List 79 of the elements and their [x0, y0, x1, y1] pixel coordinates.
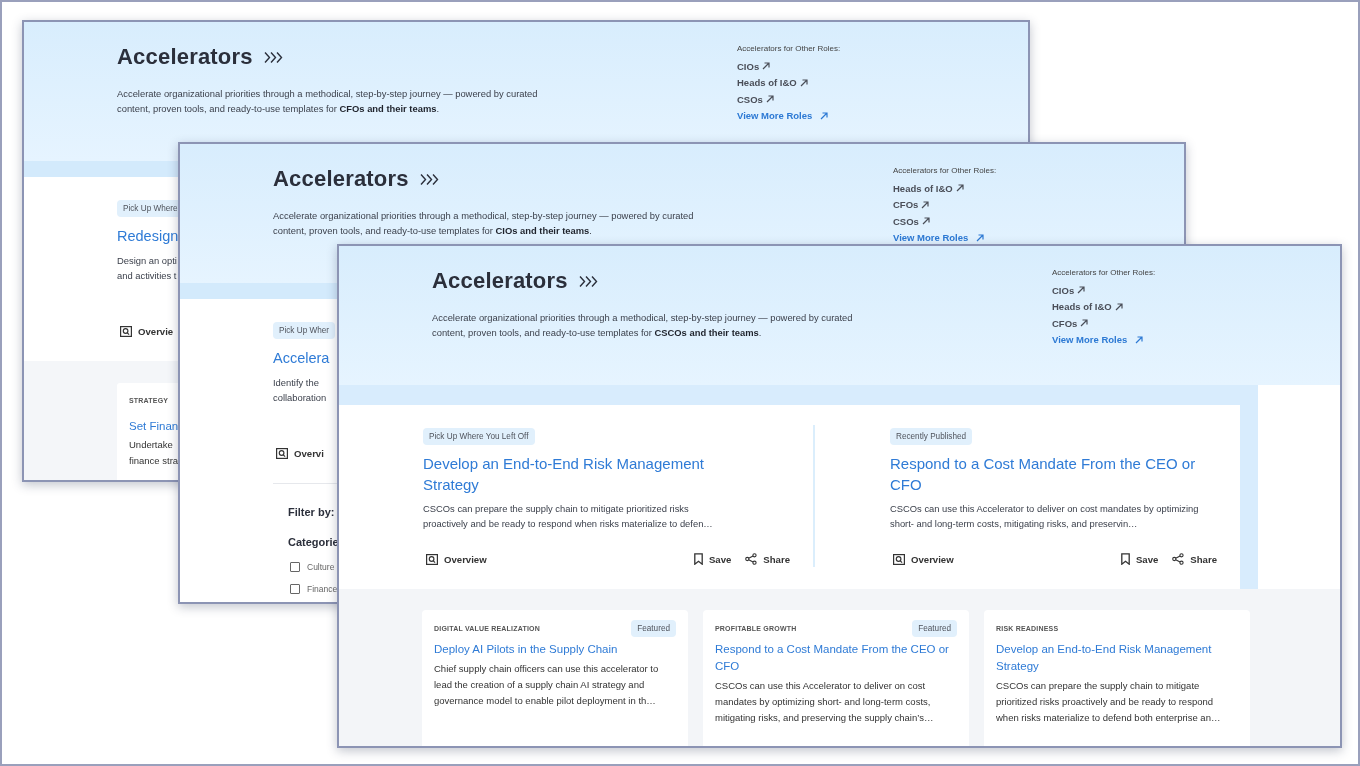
role-link[interactable]: CSOs	[737, 93, 774, 105]
arrow-up-right-icon	[1114, 302, 1123, 311]
role-link[interactable]: CFOs	[1052, 317, 1089, 329]
view-more-link[interactable]: View More Roles	[1052, 334, 1144, 345]
arrow-up-right-icon	[955, 184, 964, 192]
arrow-up-right-icon	[765, 95, 774, 103]
bookmark-icon	[693, 553, 703, 565]
page-title: Accelerators	[273, 166, 409, 192]
search-icon	[120, 326, 132, 337]
page-title: Accelerators	[117, 44, 253, 70]
arrow-up-right-icon	[976, 233, 985, 242]
featured-badge: Featured	[631, 619, 676, 637]
save-button[interactable]: Save	[690, 551, 735, 567]
roles-label: Accelerators for Other Roles:	[893, 166, 997, 175]
accelerator-title[interactable]: Respond to a Cost Mandate From the CEO or CFO	[890, 453, 1202, 495]
overview-button[interactable]: Overvi	[273, 446, 327, 461]
page-description: Accelerate organizational priorities through a methodical, step-by-step journey — powered by curated content, proven tools, and ready-to-use templates for CIOs and their teams.	[273, 209, 695, 238]
search-icon	[276, 448, 288, 459]
search-icon	[893, 553, 905, 565]
overview-button[interactable]: Overview	[423, 551, 490, 567]
checkbox[interactable]	[290, 584, 300, 594]
share-button[interactable]: Share	[742, 551, 793, 567]
share-button[interactable]: Share	[1169, 551, 1220, 567]
accelerator-title[interactable]: Deploy AI Pilots in the Supply Chain	[434, 641, 676, 658]
page-description: Accelerate organizational priorities through a methodical, step-by-step journey — powered by curated content, proven tools, and ready-to-use templates for CFOs and their teams.	[117, 87, 539, 116]
accelerator-title[interactable]: Accelera	[273, 348, 330, 369]
chevrons-icon	[262, 50, 283, 64]
roles-label: Accelerators for Other Roles:	[737, 44, 841, 53]
checkbox-label: Finance	[307, 584, 338, 594]
featured-badge: Featured	[912, 619, 957, 637]
page-title: Accelerators	[432, 268, 568, 294]
chevrons-icon	[418, 172, 439, 186]
status-badge: Pick Up Wher	[273, 322, 336, 339]
role-link[interactable]: Heads of I&O	[1052, 301, 1123, 312]
filter-group-heading: Categorie	[288, 536, 339, 548]
filter-heading: Filter by:	[288, 506, 335, 518]
role-link[interactable]: Heads of I&O	[893, 182, 964, 194]
share-icon	[745, 553, 758, 565]
page-description: Accelerate organizational priorities through a methodical, step-by-step journey — powered by curated content, proven tools, and ready-to-use templates for CSCOs and their teams.	[432, 311, 854, 340]
arrow-up-right-icon	[1080, 319, 1089, 327]
search-icon	[426, 553, 438, 565]
overview-button[interactable]: Overview	[890, 551, 957, 567]
accelerator-description: CSCOs can use this Accelerator to deliver on cost mandates by optimizing short- and long-term costs, mitigating risks, and preservin…	[890, 502, 1200, 531]
accelerator-title[interactable]: Develop an End-to-End Risk Management Strategy	[423, 453, 735, 495]
status-badge: Pick Up Where You Left Off	[423, 428, 535, 445]
arrow-up-right-icon	[921, 200, 930, 209]
view-more-link[interactable]: View More Roles	[893, 232, 985, 243]
arrow-up-right-icon	[1077, 286, 1086, 294]
accelerator-description: CSCOs can use this Accelerator to deliver on cost mandates by optimizing short- and long-term costs, mitigating risks, and preserving the supply chain’s…	[715, 679, 935, 725]
view-more-link[interactable]: View More Roles	[737, 110, 829, 121]
save-button[interactable]: Save	[1117, 551, 1162, 567]
role-link[interactable]: CSOs	[893, 215, 930, 227]
role-link[interactable]: Heads of I&O	[737, 77, 808, 88]
arrow-up-right-icon	[762, 62, 771, 70]
accelerator-description: Identify the collaboration	[273, 376, 327, 405]
chevrons-icon	[577, 274, 598, 288]
accelerator-description: CSCOs can prepare the supply chain to mitigate prioritized risks proactively and be ready to respond when risks materialize to defen…	[423, 502, 714, 531]
accelerator-title[interactable]: Respond to a Cost Mandate From the CEO or CFO	[715, 641, 957, 675]
role-link[interactable]: CIOs	[1052, 284, 1086, 296]
checkbox[interactable]	[290, 562, 300, 572]
overview-button[interactable]: Overvie	[117, 324, 177, 339]
accelerator-title[interactable]: Redesign	[117, 226, 179, 247]
status-badge: Recently Published	[890, 428, 973, 445]
accelerator-description: Design an opti and activities t	[117, 254, 177, 283]
accelerator-description: CSCOs can prepare the supply chain to mitigate prioritized risks proactively and be ready to respond when risks materialize to defend both enterprise an…	[996, 679, 1222, 725]
role-link[interactable]: CFOs	[893, 199, 930, 210]
accelerator-description: Undertake finance stra	[129, 438, 179, 468]
arrow-up-right-icon	[799, 78, 808, 87]
roles-label: Accelerators for Other Roles:	[1052, 268, 1156, 277]
checkbox-label: Culture	[307, 562, 335, 572]
role-link[interactable]: CIOs	[737, 60, 771, 72]
accelerator-description: Chief supply chain officers can use this accelerator to lead the creation of a supply chain AI strategy and governance model to enable pilot deployment in th…	[434, 662, 660, 708]
bookmark-icon	[1120, 553, 1130, 565]
share-icon	[1172, 553, 1185, 565]
accelerator-title[interactable]: Set Finan	[129, 418, 179, 435]
arrow-up-right-icon	[1135, 335, 1144, 344]
arrow-up-right-icon	[921, 217, 930, 225]
accelerator-title[interactable]: Develop an End-to-End Risk Management Strategy	[996, 641, 1238, 675]
arrow-up-right-icon	[820, 111, 829, 120]
